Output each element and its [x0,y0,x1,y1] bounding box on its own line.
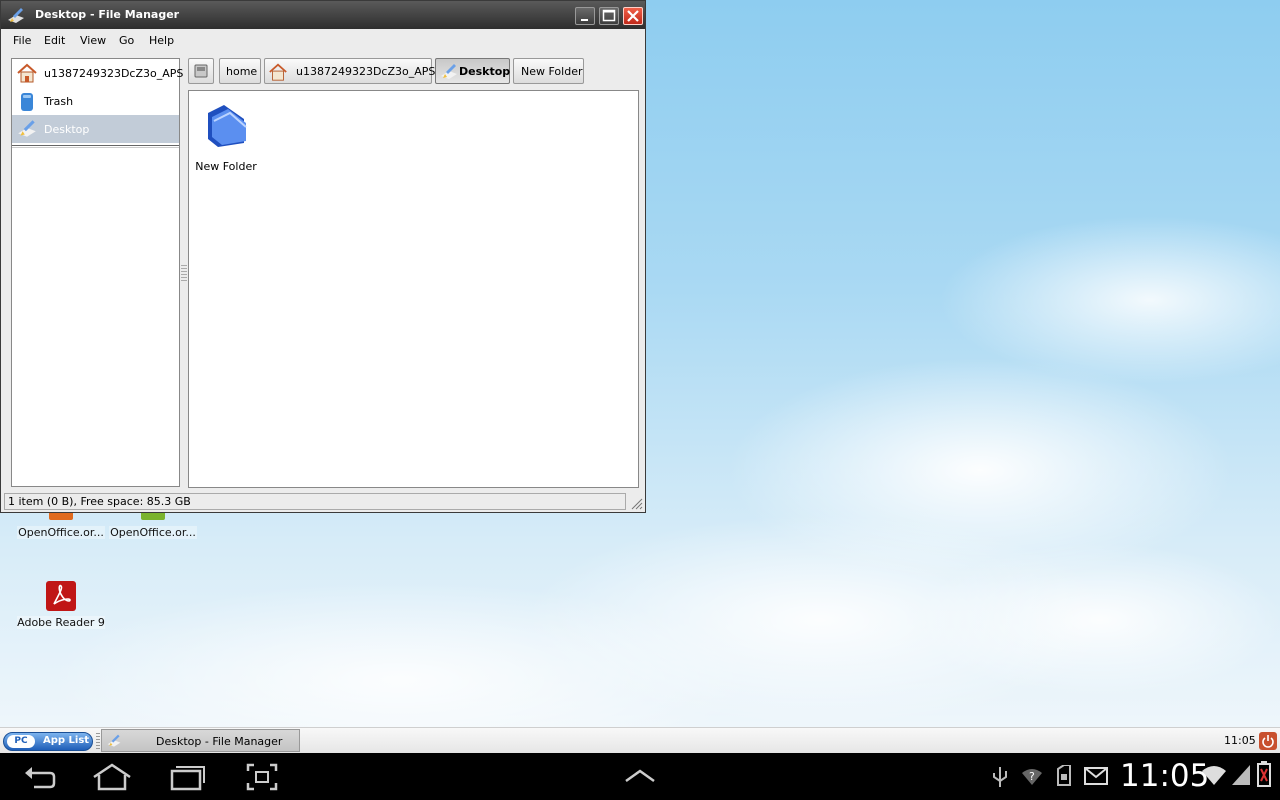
app-list-label: App List [43,735,90,746]
sidebar-item-label: Desktop [44,123,90,136]
path-button-label: New Folder [521,65,583,78]
system-navigation-bar: ? 11:05 [0,753,1280,800]
menu-go[interactable]: Go [119,34,134,47]
desktop-icon-label: OpenOffice.or... [17,526,105,539]
desktop-icon [441,64,457,79]
taskbar: PC App List Desktop - File Manager 11:05 [0,727,1280,753]
sidebar-divider [12,145,179,148]
desktop-icon-adobe-reader[interactable]: Adobe Reader 9 [17,580,105,629]
sidebar-item-desktop[interactable]: Desktop [12,115,179,143]
window-titlebar[interactable]: Desktop - File Manager [1,1,645,29]
file-manager-icon [8,8,24,23]
file-manager-window: Desktop - File Manager File Edit View Go… [0,0,646,513]
menu-help[interactable]: Help [149,34,174,47]
file-manager-icon [107,734,121,747]
file-list-area[interactable]: New Folder [188,90,639,488]
adobe-reader-icon [46,581,76,611]
path-button-desktop[interactable]: Desktop [435,58,510,84]
usb-icon [993,767,1007,787]
taskbar-separator [96,733,100,749]
sd-card-icon [1057,765,1071,786]
menu-file[interactable]: File [13,34,31,47]
close-icon [627,10,639,22]
menu-bar: File Edit View Go Help [1,29,645,51]
maximize-icon [602,9,616,22]
path-button-label: Desktop [459,65,511,78]
resize-grip-icon[interactable] [631,498,643,510]
path-button-new-folder[interactable]: New Folder [513,58,584,84]
drive-icon [194,64,208,78]
menu-view[interactable]: View [80,34,106,47]
folder-icon [208,105,247,147]
svg-text:?: ? [1029,770,1035,783]
sidebar-item-label: u1387249323DcZ3o_APS [44,67,184,80]
pane-resize-handle[interactable] [181,263,187,281]
recent-apps-icon[interactable] [170,763,206,791]
chevron-up-icon[interactable] [624,769,656,783]
minimize-icon [581,19,588,21]
desktop-icon-label: OpenOffice.or... [109,526,197,539]
power-button[interactable] [1259,732,1277,750]
desktop-icon [18,120,36,137]
taskbar-item-label: Desktop - File Manager [156,735,283,748]
system-clock: 11:05 [1120,758,1210,794]
sidebar-item-label: Trash [44,95,74,108]
trash-icon [21,93,33,111]
taskbar-item-file-manager[interactable]: Desktop - File Manager [101,729,300,752]
battery-icon [1257,761,1271,787]
back-icon[interactable] [22,763,58,791]
maximize-button[interactable] [599,7,619,25]
power-icon [1262,735,1274,748]
path-button-home[interactable]: home [219,58,261,84]
sidebar-item-trash[interactable]: Trash [12,87,179,115]
home-folder-icon [17,63,37,83]
minimize-button[interactable] [575,7,595,25]
window-title: Desktop - File Manager [35,8,180,21]
home-folder-icon [269,63,287,81]
menu-edit[interactable]: Edit [44,34,65,47]
path-button-label: home [226,65,258,78]
places-sidebar: u1387249323DcZ3o_APS Trash Desktop [11,58,183,487]
status-text: 1 item (0 B), Free space: 85.3 GB [8,495,191,508]
pc-logo: PC [7,735,35,748]
path-root-button[interactable] [188,58,214,84]
status-bar: 1 item (0 B), Free space: 85.3 GB [4,493,626,510]
wifi-unknown-icon: ? [1022,769,1042,785]
desktop-icon-label: Adobe Reader 9 [17,616,105,629]
path-button-label: u1387249323DcZ3o_APS [296,65,436,78]
screenshot-icon[interactable] [246,763,278,791]
signal-icon [1232,765,1250,785]
app-list-button[interactable]: PC App List [3,732,93,751]
file-item-new-folder[interactable]: New Folder [193,99,259,173]
close-button[interactable] [623,7,643,25]
taskbar-clock: 11:05 [1224,734,1256,747]
file-item-label: New Folder [195,160,257,173]
wifi-icon [1202,766,1226,785]
gmail-icon [1084,767,1108,785]
home-icon[interactable] [92,763,132,791]
path-button-user[interactable]: u1387249323DcZ3o_APS [264,58,436,84]
sidebar-item-home[interactable]: u1387249323DcZ3o_APS [12,59,183,87]
